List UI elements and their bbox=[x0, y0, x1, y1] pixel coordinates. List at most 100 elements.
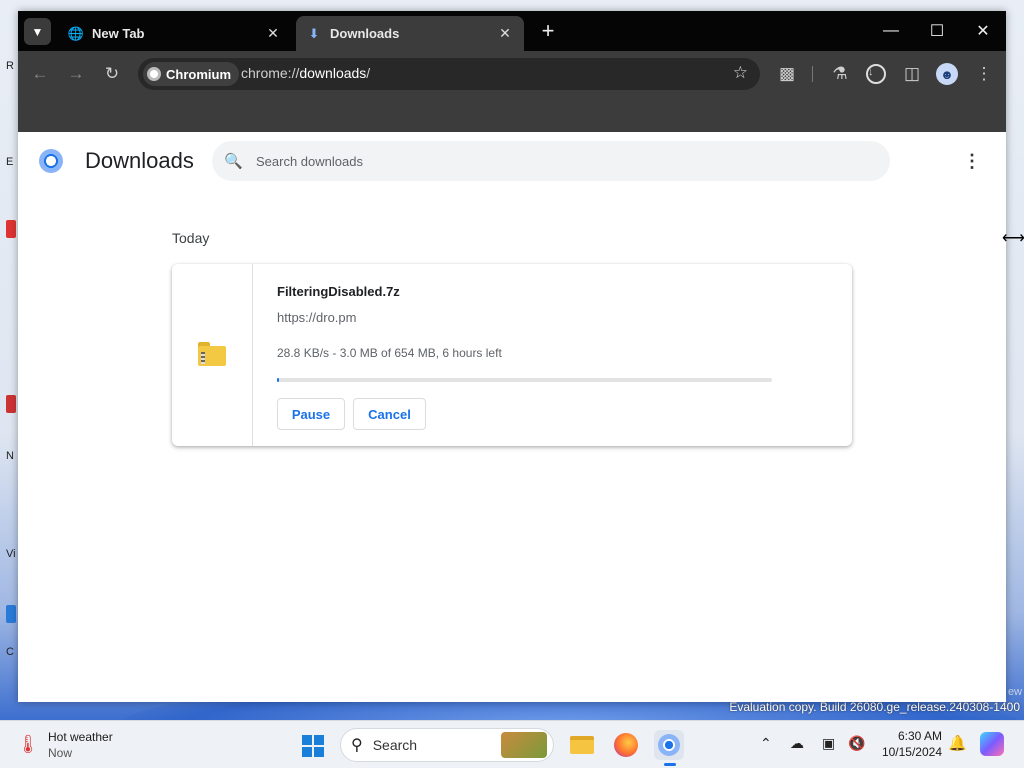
side-panel-icon: ◫ bbox=[903, 64, 921, 83]
firefox-button[interactable] bbox=[611, 730, 641, 760]
close-icon: ✕ bbox=[976, 23, 990, 40]
download-icon: ⬇ bbox=[308, 25, 320, 41]
plus-icon: + bbox=[541, 18, 555, 43]
bookmark-star-icon[interactable]: ☆ bbox=[733, 63, 748, 83]
weather-widget[interactable]: 🌡 Hot weather Now bbox=[16, 729, 113, 761]
search-downloads-box[interactable]: 🔍 bbox=[212, 141, 890, 181]
start-button[interactable] bbox=[302, 735, 324, 757]
archive-file-icon bbox=[198, 342, 226, 366]
onedrive-cloud-icon[interactable]: ☁ bbox=[790, 735, 804, 752]
pause-button[interactable]: Pause bbox=[277, 398, 345, 430]
url-path: / bbox=[366, 65, 371, 81]
weather-subtitle: Now bbox=[48, 746, 73, 760]
network-icon[interactable]: ▣ bbox=[822, 735, 835, 752]
tab-search-button[interactable]: ▼ bbox=[24, 18, 51, 45]
taskbar: 🌡 Hot weather Now ⚲ Search ⌃ ☁ ▣ 🔇 6:30 … bbox=[0, 720, 1024, 768]
evaluation-watermark: Evaluation copy. Build 26080.ge_release.… bbox=[729, 700, 1020, 714]
desktop-label-fragment: Vi bbox=[6, 548, 16, 560]
taskbar-search-label: Search bbox=[372, 737, 418, 753]
search-icon: 🔍 bbox=[224, 153, 243, 170]
download-status: 28.8 KB/s - 3.0 MB of 654 MB, 6 hours le… bbox=[277, 346, 502, 360]
address-bar[interactable]: Chromium chrome://downloads/ ☆ bbox=[138, 58, 760, 90]
copilot-icon[interactable] bbox=[980, 732, 1004, 756]
search-icon: ⚲ bbox=[351, 737, 363, 754]
system-clock[interactable]: 6:30 AM 10/15/2024 bbox=[878, 728, 942, 760]
more-actions-button[interactable]: ⋮ bbox=[963, 149, 981, 173]
labs-button[interactable]: ⚗ bbox=[828, 62, 852, 86]
watermark-fragment: ew bbox=[1007, 686, 1022, 698]
new-tab-button[interactable]: + bbox=[536, 18, 560, 43]
card-divider bbox=[252, 264, 253, 446]
progress-fill bbox=[277, 378, 280, 382]
puzzle-icon: ▩ bbox=[778, 64, 796, 83]
kebab-menu-icon: ⋮ bbox=[963, 150, 981, 171]
maximize-icon: ☐ bbox=[929, 23, 945, 40]
desktop-icon-fragment[interactable] bbox=[6, 605, 16, 623]
desktop-icon-fragment[interactable] bbox=[6, 220, 16, 238]
volume-muted-icon[interactable]: 🔇 bbox=[848, 735, 865, 752]
arrow-right-icon: → bbox=[67, 64, 85, 83]
downloads-page: Downloads 🔍 ⋮ Today FilteringDisabled.7z… bbox=[18, 132, 1006, 702]
flask-icon: ⚗ bbox=[832, 64, 848, 83]
browser-menu-button[interactable]: ⋮ bbox=[972, 62, 996, 86]
file-explorer-button[interactable] bbox=[567, 730, 597, 760]
show-hidden-icons-chevron-up-icon[interactable]: ⌃ bbox=[760, 735, 772, 752]
site-chip[interactable]: Chromium bbox=[143, 62, 239, 86]
downloads-button[interactable]: ↓ bbox=[864, 62, 888, 86]
close-icon[interactable]: ✕ bbox=[264, 25, 282, 43]
forward-button[interactable]: → bbox=[64, 62, 88, 86]
profile-button[interactable]: ☻ bbox=[936, 63, 958, 85]
browser-toolbar: ← → ↻ Chromium chrome://downloads/ ☆ ▩ ⚗… bbox=[18, 51, 1006, 97]
clock-date: 10/15/2024 bbox=[881, 745, 942, 759]
cancel-button[interactable]: Cancel bbox=[353, 398, 426, 430]
notification-bell-icon[interactable]: 🔔 bbox=[948, 734, 967, 752]
download-progress-bar bbox=[277, 378, 772, 382]
side-panel-button[interactable]: ◫ bbox=[900, 62, 924, 86]
chromium-taskbar-button[interactable] bbox=[654, 730, 684, 766]
site-chip-label: Chromium bbox=[166, 66, 231, 82]
search-input[interactable] bbox=[256, 153, 856, 169]
tab-title: New Tab bbox=[92, 26, 145, 41]
toolbar-separator bbox=[812, 66, 813, 82]
bookmark-bar bbox=[18, 97, 1006, 132]
weather-title: Hot weather bbox=[48, 730, 113, 744]
tab-new-tab[interactable]: 🌐 New Tab ✕ bbox=[58, 16, 292, 51]
page-title: Downloads bbox=[85, 148, 194, 173]
globe-icon: 🌐 bbox=[67, 25, 85, 41]
desktop-label-fragment: N bbox=[6, 450, 14, 462]
browser-window: ▼ 🌐 New Tab ✕ ⬇ Downloads ✕ + — ☐ ✕ ← → … bbox=[18, 11, 1006, 702]
person-icon: ☻ bbox=[940, 66, 954, 82]
desktop-icon-fragment[interactable] bbox=[6, 395, 16, 413]
maximize-button[interactable]: ☐ bbox=[914, 17, 960, 45]
chevron-down-icon: ▼ bbox=[31, 24, 44, 39]
source-url-link[interactable]: https://dro.pm bbox=[277, 310, 356, 325]
thermometer-icon: 🌡 bbox=[16, 733, 40, 754]
clock-time: 6:30 AM bbox=[897, 729, 942, 743]
minimize-button[interactable]: — bbox=[868, 17, 914, 45]
desktop-label-fragment: C bbox=[6, 646, 14, 658]
kebab-menu-icon: ⋮ bbox=[975, 64, 993, 83]
minimize-icon: — bbox=[883, 22, 899, 39]
desktop-icons-strip: R E N Vi C bbox=[0, 40, 18, 680]
folder-icon bbox=[570, 736, 594, 754]
desktop-label-fragment: R bbox=[6, 60, 14, 72]
download-progress-icon: ↓ bbox=[866, 64, 886, 84]
download-item: FilteringDisabled.7z https://dro.pm 28.8… bbox=[172, 264, 852, 446]
chromium-icon bbox=[658, 734, 680, 756]
url-text[interactable]: chrome://downloads/ bbox=[241, 65, 370, 81]
close-window-button[interactable]: ✕ bbox=[960, 17, 1006, 45]
arrow-left-icon: ← bbox=[31, 64, 49, 83]
tab-title: Downloads bbox=[330, 26, 400, 41]
file-name-link[interactable]: FilteringDisabled.7z bbox=[277, 284, 400, 299]
tab-downloads[interactable]: ⬇ Downloads ✕ bbox=[296, 16, 524, 51]
close-icon[interactable]: ✕ bbox=[496, 25, 514, 43]
taskbar-search[interactable]: ⚲ Search bbox=[340, 728, 554, 762]
resize-cursor-icon: ⟷ bbox=[1002, 230, 1024, 247]
chromium-icon bbox=[147, 67, 161, 81]
reload-button[interactable]: ↻ bbox=[100, 62, 124, 86]
windows-logo-icon bbox=[302, 735, 312, 745]
chromium-logo-icon bbox=[39, 149, 63, 173]
back-button[interactable]: ← bbox=[28, 62, 52, 86]
firefox-icon bbox=[614, 733, 638, 757]
extensions-button[interactable]: ▩ bbox=[775, 62, 799, 86]
